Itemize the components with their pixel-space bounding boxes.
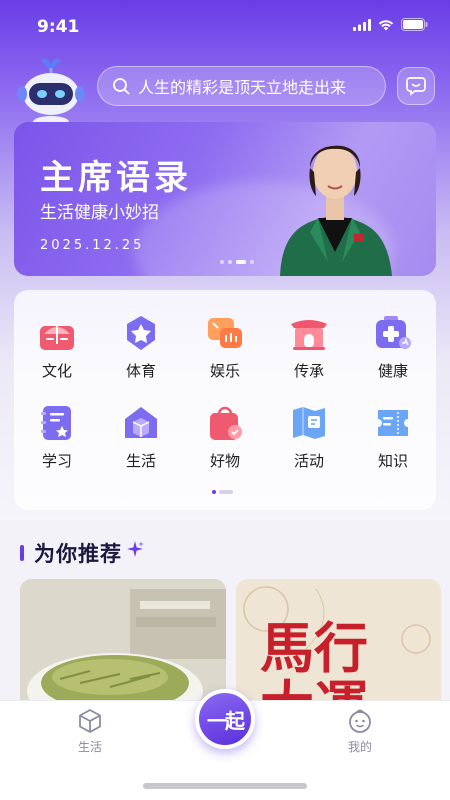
category-label: 知识 <box>377 452 408 470</box>
section-accent-bar <box>20 545 24 561</box>
search-bar[interactable]: 人生的精彩是顶天立地走出来 <box>97 66 386 106</box>
category-label: 健康 <box>377 362 408 380</box>
heritage-gate-icon <box>291 320 327 350</box>
category-label: 体育 <box>125 362 156 380</box>
activity-map-icon <box>293 407 325 439</box>
together-center-button[interactable]: 一起 <box>195 689 255 749</box>
home-indicator <box>143 783 307 789</box>
calligraphy-text: 馬行 <box>260 616 368 680</box>
cube-icon <box>79 709 101 733</box>
culture-book-icon <box>40 326 74 350</box>
banner-title: 主席语录 <box>40 158 192 198</box>
study-notebook-icon <box>41 406 71 440</box>
category-label: 学习 <box>41 452 72 470</box>
tab-label: 生活 <box>77 740 102 754</box>
search-icon <box>113 78 130 95</box>
category-goods[interactable]: 好物 <box>183 404 267 484</box>
category-knowledge[interactable]: 知识 <box>351 404 435 484</box>
hero-banner[interactable]: 主席语录 生活健康小妙招 2025.12.25 <box>14 122 436 276</box>
status-time: 9:41 <box>37 17 80 37</box>
category-label: 好物 <box>209 452 240 470</box>
life-home-icon <box>125 407 157 438</box>
recommend-title: 为你推荐 <box>34 542 122 566</box>
search-placeholder: 人生的精彩是顶天立地走出来 <box>138 78 347 97</box>
health-kit-icon <box>376 316 411 349</box>
status-bar: 9:41 <box>0 0 450 52</box>
banner-subtitle: 生活健康小妙招 <box>40 203 159 223</box>
category-label: 传承 <box>293 362 324 380</box>
center-button-label: 一起 <box>207 708 245 733</box>
tab-profile[interactable]: 我的 <box>330 708 390 755</box>
battery-icon <box>401 18 428 31</box>
chat-bubble-icon <box>406 77 426 96</box>
sparkle-icon <box>127 541 144 557</box>
sports-medal-icon <box>127 316 155 350</box>
robot-mascot-icon[interactable] <box>14 50 88 126</box>
category-entertainment[interactable]: 娱乐 <box>183 314 267 394</box>
category-label: 活动 <box>293 452 324 470</box>
category-health[interactable]: 健康 <box>351 314 435 394</box>
category-life[interactable]: 生活 <box>99 404 183 484</box>
speaker-portrait <box>280 145 392 276</box>
wifi-icon <box>378 19 394 30</box>
banner-date: 2025.12.25 <box>40 238 145 253</box>
signal-icon <box>353 18 371 31</box>
category-culture[interactable]: 文化 <box>15 314 99 394</box>
tab-label: 我的 <box>347 740 372 754</box>
category-activity[interactable]: 活动 <box>267 404 351 484</box>
category-grid: 文化 体育 娱乐 传承 健康 学习 生活 好物 活动 知识 <box>14 290 436 510</box>
banner-pagination <box>220 260 254 264</box>
category-label: 生活 <box>125 452 156 470</box>
smiley-profile-icon <box>349 709 371 733</box>
category-label: 娱乐 <box>209 362 240 380</box>
status-icons <box>353 18 428 31</box>
category-label: 文化 <box>41 362 72 380</box>
category-sports[interactable]: 体育 <box>99 314 183 394</box>
entertainment-chat-icon <box>208 318 242 348</box>
category-pagination <box>212 490 233 494</box>
goods-bag-icon <box>210 406 242 440</box>
category-study[interactable]: 学习 <box>15 404 99 484</box>
recommend-section-header: 为你推荐 <box>20 538 144 568</box>
category-heritage[interactable]: 传承 <box>267 314 351 394</box>
message-button[interactable] <box>397 67 435 105</box>
tab-life[interactable]: 生活 <box>60 708 120 755</box>
knowledge-ticket-icon <box>378 410 408 436</box>
